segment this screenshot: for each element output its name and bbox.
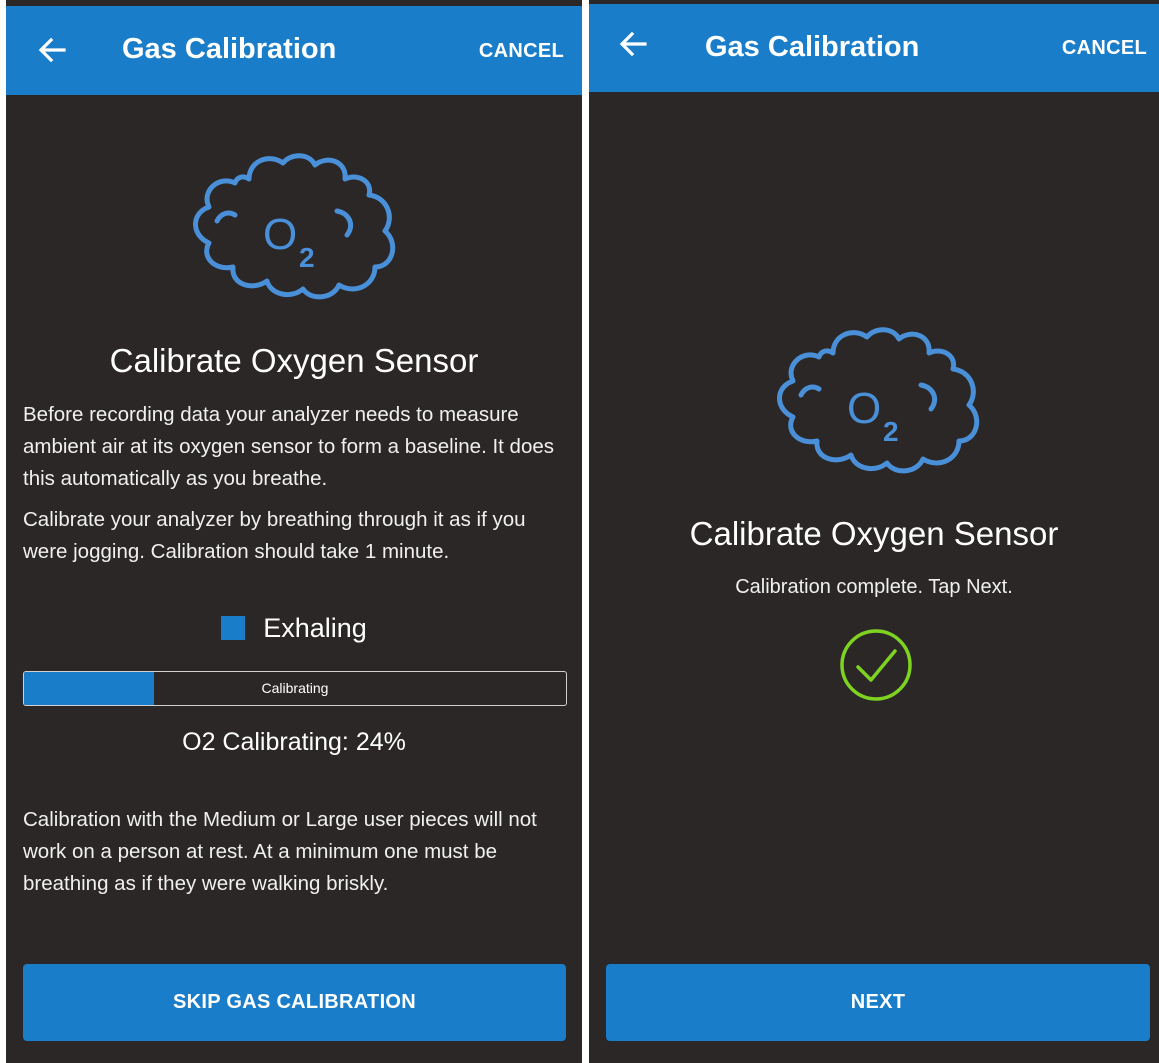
page-title: Gas Calibration <box>705 31 920 63</box>
breath-status-label: Exhaling <box>263 612 367 643</box>
o-glyph: O <box>847 384 881 433</box>
intro-paragraph: Before recording data your analyzer need… <box>23 403 554 490</box>
app-bar: Gas Calibration CANCEL <box>6 6 582 95</box>
arrow-left-icon[interactable] <box>34 32 70 68</box>
completion-message: Calibration complete. Tap Next. <box>735 576 1013 598</box>
calibration-percent: O2 Calibrating: 24% <box>182 728 406 756</box>
o2-cloud-icon: O 2 <box>193 153 396 300</box>
calibration-in-progress-screen: Gas Calibration CANCEL O 2 Calibrate Oxy… <box>6 0 582 1063</box>
check-circle-icon <box>840 629 912 701</box>
note-paragraph: Calibration with the Medium or Large use… <box>23 808 537 895</box>
app-bar: Gas Calibration CANCEL <box>589 4 1159 92</box>
calibration-progress-bar: Calibrating <box>23 671 567 706</box>
arrow-left-icon[interactable] <box>615 26 651 62</box>
heading: Calibrate Oxygen Sensor <box>109 342 479 379</box>
next-button[interactable]: NEXT <box>606 964 1150 1041</box>
page-title: Gas Calibration <box>122 33 337 65</box>
calibration-complete-screen: Gas Calibration CANCEL O 2 Calibrate Oxy… <box>589 0 1159 1063</box>
heading: Calibrate Oxygen Sensor <box>689 515 1059 552</box>
instruction-paragraph: Calibrate your analyzer by breathing thr… <box>23 508 526 563</box>
cancel-button[interactable]: CANCEL <box>479 40 564 63</box>
o-glyph: O <box>263 210 297 259</box>
subscript-glyph: 2 <box>299 242 315 273</box>
skip-gas-calibration-button[interactable]: SKIP GAS CALIBRATION <box>23 964 566 1041</box>
blue-square-icon <box>221 616 246 640</box>
cancel-button[interactable]: CANCEL <box>1062 37 1147 60</box>
subscript-glyph: 2 <box>883 416 899 447</box>
progress-label: Calibrating <box>261 680 329 696</box>
breath-status: Exhaling <box>6 610 582 646</box>
o2-cloud-icon: O 2 <box>777 327 980 474</box>
